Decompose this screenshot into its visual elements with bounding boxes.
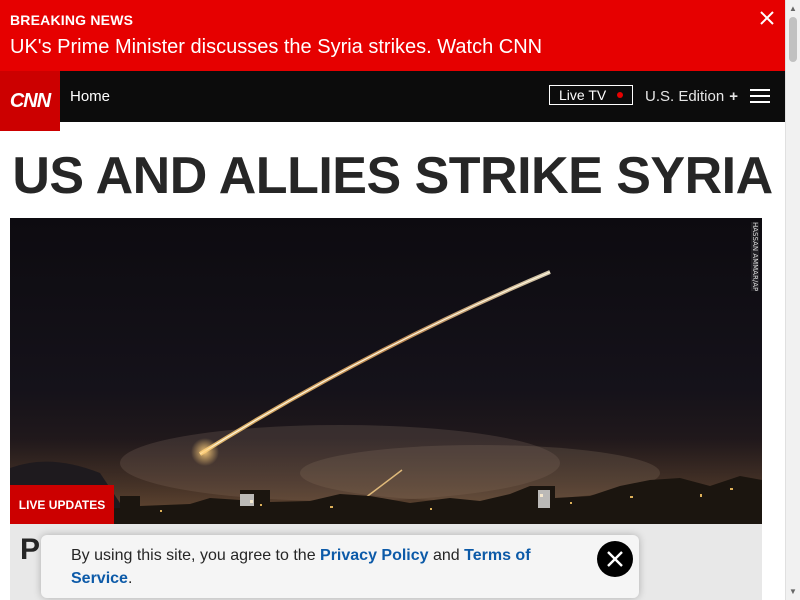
live-tv-button[interactable]: Live TV — [549, 85, 633, 105]
cnn-logo-mark: CNN — [10, 90, 53, 112]
privacy-consent-popup: By using this site, you agree to the Pri… — [41, 535, 639, 598]
consent-text: By using this site, you agree to the Pri… — [71, 544, 561, 590]
privacy-policy-link[interactable]: Privacy Policy — [320, 547, 429, 564]
consent-suffix: . — [127, 570, 133, 587]
photo-credit: HASSAN AMMAR/AP — [751, 222, 759, 292]
scroll-down-icon[interactable]: ▼ — [789, 587, 797, 596]
close-icon — [607, 551, 623, 567]
breaking-news-headline[interactable]: UK's Prime Minister discusses the Syria … — [10, 36, 542, 59]
live-tv-label: Live TV — [559, 87, 607, 103]
scroll-up-icon[interactable]: ▲ — [789, 4, 797, 13]
close-icon[interactable] — [758, 9, 776, 27]
hamburger-menu-icon[interactable] — [750, 89, 770, 105]
edition-label: U.S. Edition — [645, 88, 725, 105]
live-updates-badge[interactable]: LIVE UPDATES — [10, 485, 114, 524]
consent-close-button[interactable] — [597, 541, 633, 577]
breaking-news-banner[interactable]: BREAKING NEWS UK's Prime Minister discus… — [0, 0, 785, 71]
consent-prefix: By using this site, you agree to the — [71, 547, 321, 564]
top-nav: CNN Home Live TV U.S. Edition + — [0, 71, 785, 131]
page-scrollbar[interactable]: ▲ ▼ — [785, 0, 800, 600]
consent-and: and — [428, 547, 465, 564]
breaking-news-kicker: BREAKING NEWS — [10, 12, 134, 28]
scrollbar-thumb[interactable] — [789, 17, 797, 62]
nav-home-link[interactable]: Home — [70, 88, 110, 105]
plus-icon: + — [729, 88, 738, 105]
live-indicator-icon — [617, 92, 623, 98]
cnn-logo-text: CNN — [10, 90, 52, 112]
edition-selector[interactable]: U.S. Edition + — [645, 88, 738, 105]
page-title[interactable]: US AND ALLIES STRIKE SYRIA — [0, 146, 785, 206]
cnn-logo[interactable]: CNN — [0, 71, 60, 131]
